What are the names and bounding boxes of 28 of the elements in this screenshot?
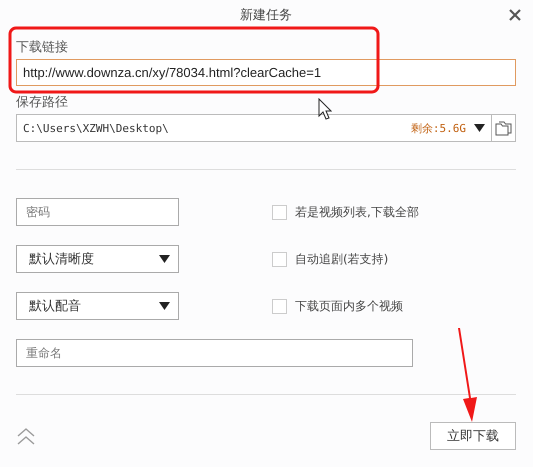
save-path-field[interactable]: C:\Users\XZWH\Desktop\ 剩余:5.6G <box>16 114 492 142</box>
free-space-text: 剩余:5.6G <box>410 120 466 136</box>
cursor-icon <box>318 98 332 120</box>
option-label: 若是视频列表,下载全部 <box>295 204 419 220</box>
folder-icon <box>495 120 512 136</box>
option-label: 自动追剧(若支持) <box>295 250 388 268</box>
dropdown-caret-icon <box>159 302 170 310</box>
dropdown-select[interactable]: 默认配音 <box>16 292 179 320</box>
field-label: 保存路径 <box>16 94 68 111</box>
path-text: C:\Users\XZWH\Desktop\ <box>23 122 170 134</box>
checkbox-option[interactable]: 下载页面内多个视频 <box>272 292 516 320</box>
dropdown-select[interactable]: 默认清晰度 <box>16 245 179 273</box>
url-field[interactable]: http://www.downza.cn/xy/78034.html?clearCache=1 <box>16 59 516 86</box>
dropdown-caret-icon <box>474 124 485 132</box>
dropdown-caret-icon <box>159 255 170 263</box>
field-label: 下载链接 <box>16 39 68 56</box>
password-field[interactable]: 密码 <box>16 198 179 226</box>
checkbox-option[interactable]: 若是视频列表,下载全部 <box>272 198 516 226</box>
window-title: 新建任务 <box>240 7 292 24</box>
checkbox[interactable] <box>272 252 287 266</box>
checkbox[interactable] <box>272 204 287 220</box>
rename-field[interactable]: 重命名 <box>16 339 413 367</box>
download-button[interactable]: 立即下载 <box>430 422 516 450</box>
checkbox-option[interactable]: 自动追剧(若支持) <box>272 245 516 273</box>
folder-button[interactable] <box>492 114 516 142</box>
option-label: 下载页面内多个视频 <box>295 298 403 314</box>
collapse-chevron-icon[interactable] <box>16 427 36 445</box>
checkbox[interactable] <box>272 298 287 314</box>
